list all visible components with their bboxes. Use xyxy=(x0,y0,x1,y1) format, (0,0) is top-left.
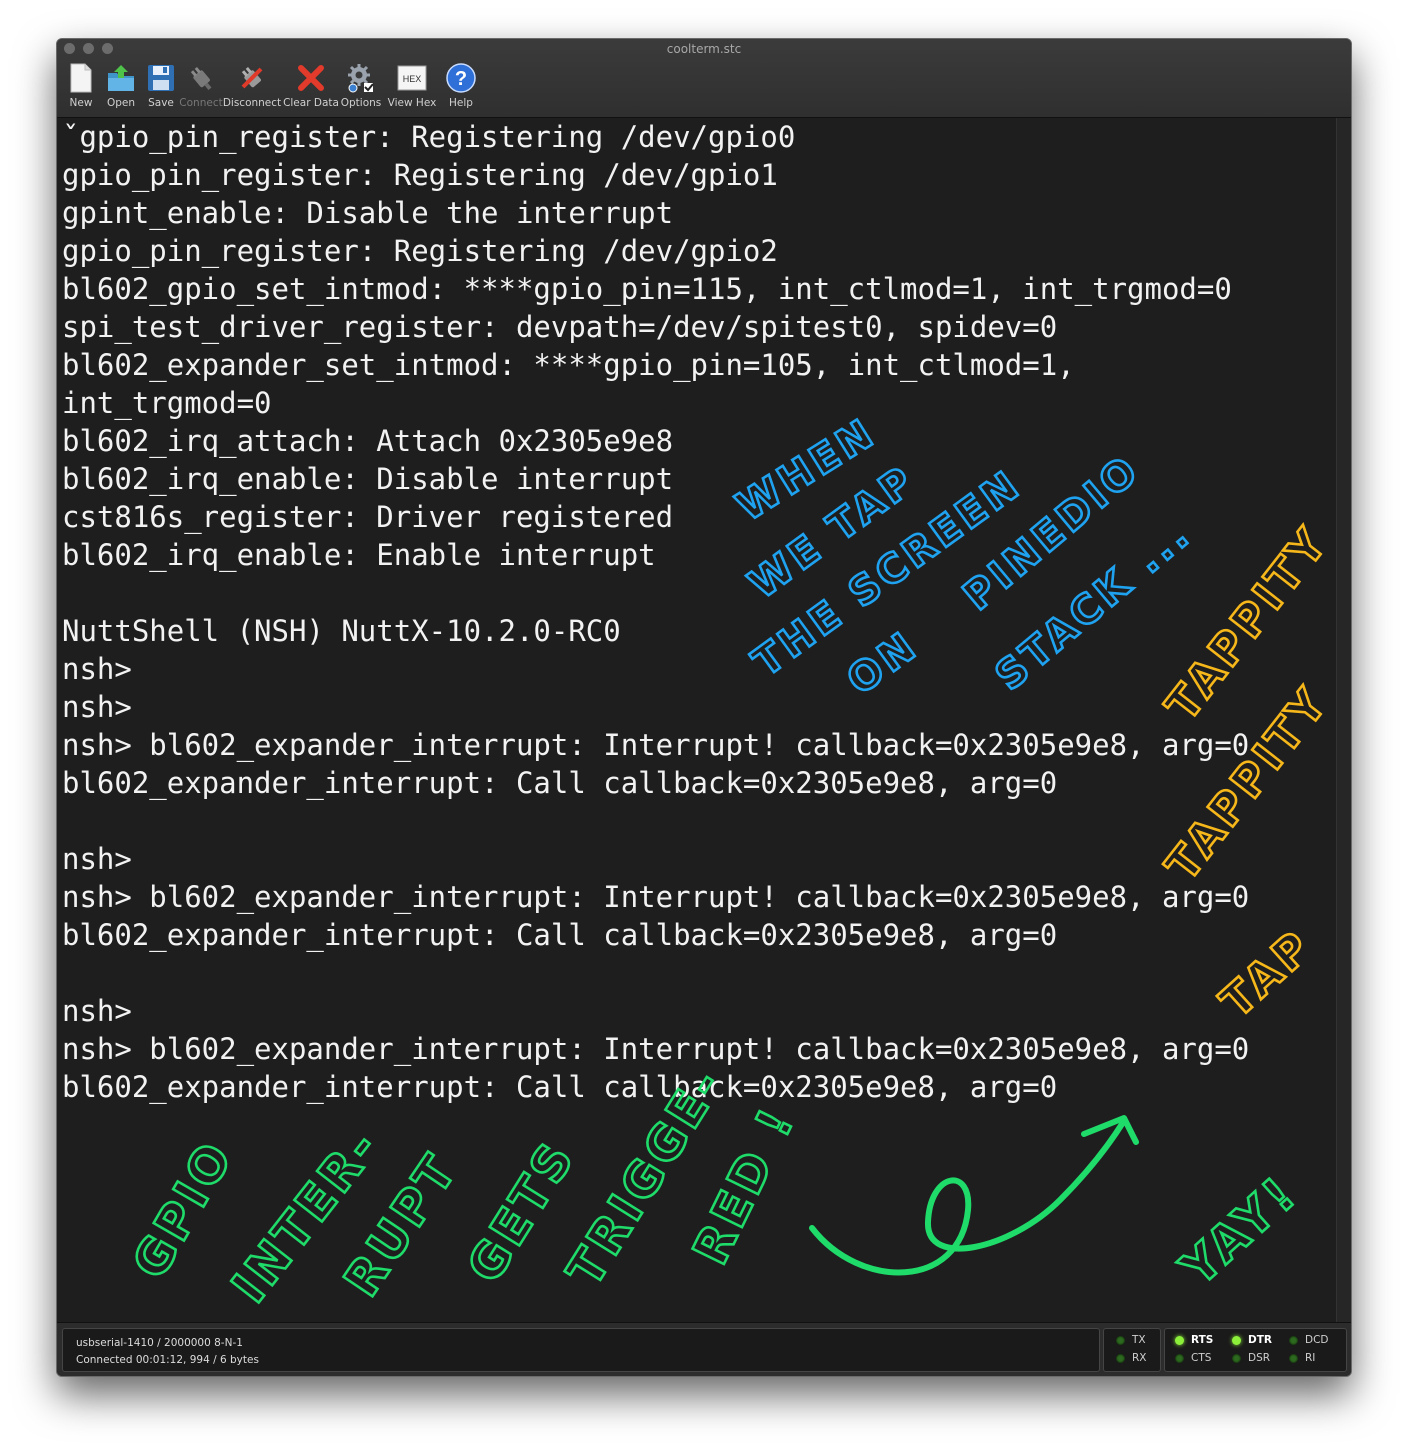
terminal-output[interactable]: ˇgpio_pin_register: Registering /dev/gpi… xyxy=(57,118,1335,1322)
clear-data-button[interactable]: Clear Data xyxy=(283,61,339,109)
toolbar: New Open Save Connect Disconnect Clear D… xyxy=(61,61,481,109)
coolterm-window: coolterm.stc New Open Save Connect Disco… xyxy=(56,38,1352,1377)
terminal-line: bl602_irq_enable: Enable interrupt xyxy=(62,538,656,572)
terminal-line: bl602_irq_enable: Disable interrupt xyxy=(62,462,674,496)
disconnect-plug-icon xyxy=(237,61,267,95)
line-status-indicators: RTS CTS DTR DSR DCD RI xyxy=(1164,1328,1347,1372)
hex-icon-text: HEX xyxy=(403,74,422,84)
help-icon-text: ? xyxy=(455,68,467,90)
save-disk-icon xyxy=(146,61,176,95)
terminal-line: gpint_enable: Disable the interrupt xyxy=(62,196,674,230)
dcd-led: DCD xyxy=(1289,1334,1329,1346)
window-title: coolterm.stc xyxy=(666,42,742,56)
connect-plug-icon xyxy=(186,61,216,95)
view-hex-button[interactable]: HEX View Hex xyxy=(383,61,441,109)
connection-info: usbserial-1410 / 2000000 8-N-1 Connected… xyxy=(62,1328,1100,1372)
terminal-line: bl602_expander_interrupt: Call callback=… xyxy=(62,918,1058,952)
terminal-line: bl602_irq_attach: Attach 0x2305e9e8 xyxy=(62,424,674,458)
terminal-line: bl602_expander_interrupt: Call callback=… xyxy=(62,766,1058,800)
vertical-scrollbar[interactable] xyxy=(1336,118,1351,1322)
terminal-line: bl602_gpio_set_intmod: ****gpio_pin=115,… xyxy=(62,272,1232,306)
tx-led: TX xyxy=(1116,1334,1146,1346)
terminal-line: int_trgmod=0 xyxy=(62,386,272,420)
open-button[interactable]: Open xyxy=(101,61,141,109)
title-bar: coolterm.stc New Open Save Connect Disco… xyxy=(57,39,1351,118)
status-bar: usbserial-1410 / 2000000 8-N-1 Connected… xyxy=(57,1322,1351,1376)
terminal-line: nsh> xyxy=(62,842,132,876)
help-question-icon: ? xyxy=(446,61,476,95)
terminal-line: nsh> bl602_expander_interrupt: Interrupt… xyxy=(62,1032,1250,1066)
terminal-line: bl602_expander_set_intmod: ****gpio_pin=… xyxy=(62,348,1075,382)
connection-status: Connected 00:01:12, 994 / 6 bytes xyxy=(76,1354,259,1366)
port-settings: usbserial-1410 / 2000000 8-N-1 xyxy=(76,1337,243,1349)
new-button[interactable]: New xyxy=(61,61,101,109)
terminal-line: gpio_pin_register: Registering /dev/gpio… xyxy=(62,158,778,192)
terminal-line: gpio_pin_register: Registering /dev/gpio… xyxy=(62,234,778,268)
terminal-line: spi_test_driver_register: devpath=/dev/s… xyxy=(62,310,1058,344)
connect-button[interactable]: Connect xyxy=(179,61,223,109)
terminal-line: NuttShell (NSH) NuttX-10.2.0-RC0 xyxy=(62,614,621,648)
txrx-indicators: TX RX xyxy=(1103,1328,1161,1372)
options-gear-icon xyxy=(346,61,376,95)
dsr-led: DSR xyxy=(1232,1352,1270,1364)
save-button[interactable]: Save xyxy=(141,61,181,109)
dtr-led: DTR xyxy=(1232,1334,1272,1346)
terminal-line: nsh> xyxy=(62,994,132,1028)
terminal-line: nsh> xyxy=(62,690,132,724)
help-button[interactable]: ? Help xyxy=(441,61,481,109)
terminal-line: bl602_expander_interrupt: Call callback=… xyxy=(62,1070,1058,1104)
terminal-line: nsh> xyxy=(62,652,132,686)
options-button[interactable]: Options xyxy=(339,61,383,109)
terminal-line: ˇgpio_pin_register: Registering /dev/gpi… xyxy=(62,120,796,154)
terminal-line: cst816s_register: Driver registered xyxy=(62,500,674,534)
terminal-line: nsh> bl602_expander_interrupt: Interrupt… xyxy=(62,728,1250,762)
open-folder-icon xyxy=(106,61,136,95)
terminal-lines: ˇgpio_pin_register: Registering /dev/gpi… xyxy=(62,118,1249,1106)
new-document-icon xyxy=(66,61,96,95)
cts-led: CTS xyxy=(1175,1352,1211,1364)
hex-icon: HEX xyxy=(397,61,427,95)
disconnect-button[interactable]: Disconnect xyxy=(221,61,283,109)
rx-led: RX xyxy=(1116,1352,1147,1364)
rts-led: RTS xyxy=(1175,1334,1213,1346)
terminal-line: nsh> bl602_expander_interrupt: Interrupt… xyxy=(62,880,1250,914)
clear-x-icon xyxy=(296,61,326,95)
ri-led: RI xyxy=(1289,1352,1315,1364)
